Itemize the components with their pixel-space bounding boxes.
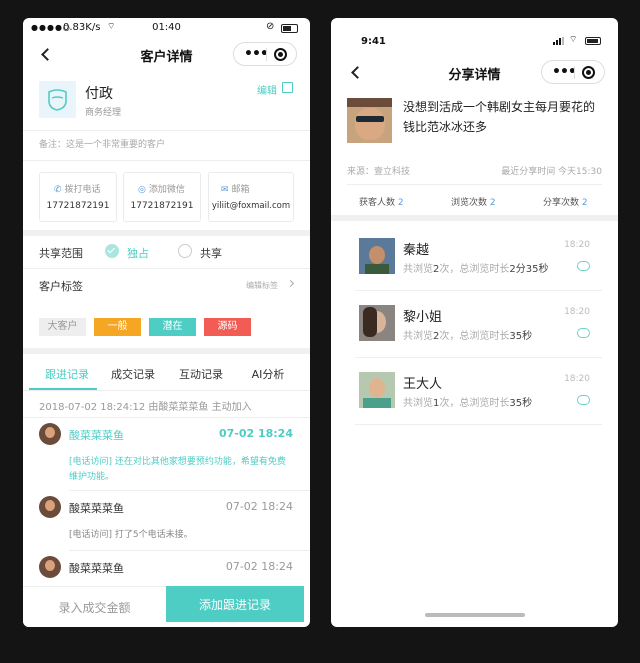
stat-views: 浏览次数 2 (451, 198, 496, 208)
avatar[interactable] (359, 372, 395, 408)
record-note: [电话访问] 打了5个电话未接。 (69, 530, 193, 540)
record-note: [电话访问] 还在对比其他家想要预约功能，希望有免费维护功能。 (69, 457, 286, 482)
wifi-icon: ⌔ (569, 35, 578, 45)
chat-icon[interactable] (577, 328, 590, 338)
visitor-name[interactable]: 黎小姐 (403, 306, 442, 325)
visitor-stats: 共浏览2次，总浏览时长35秒 (403, 331, 533, 342)
signal-icon (553, 37, 567, 45)
stat-shares: 分享次数 2 (543, 198, 588, 208)
mini-program-capsule: ••• (541, 60, 605, 84)
status-bar: 9:41 ⌔ (331, 32, 618, 54)
tag-normal[interactable]: 一般 (94, 318, 141, 336)
visitor-name[interactable]: 王大人 (403, 373, 442, 392)
edit-tags-button[interactable]: 编辑标签 (246, 280, 278, 291)
record-time: 07-02 18:24 (225, 500, 293, 513)
article-source: 来源：壹立科技 (347, 167, 411, 177)
record-deal-button[interactable]: 录入成交金额 (23, 586, 166, 627)
visitor-stats: 共浏览1次，总浏览时长35秒 (403, 398, 533, 409)
article-thumbnail[interactable] (347, 98, 392, 143)
tab-ai-analysis[interactable]: AI分析 (238, 366, 298, 382)
phone-icon: ✆ (54, 185, 62, 195)
edit-icon[interactable] (282, 82, 293, 93)
avatar[interactable] (359, 305, 395, 341)
tab-interactions[interactable]: 互动记录 (171, 366, 231, 382)
record-author: 酸菜菜菜鱼 (69, 562, 124, 575)
wechat-icon: ◎ (138, 185, 146, 195)
chevron-right-icon (286, 279, 295, 288)
nav-bar: 客户详情 ••• (23, 40, 310, 70)
avatar (39, 556, 61, 578)
call-card[interactable]: ✆ 拨打电话 17721872191 (39, 172, 117, 222)
home-indicator[interactable] (425, 613, 525, 617)
radio-shared[interactable] (178, 244, 192, 258)
phone-number: 17721872191 (46, 201, 110, 211)
more-icon[interactable]: ••• (244, 46, 269, 62)
nav-bar: 分享详情 ••• (331, 58, 618, 88)
visit-time: 18:20 (564, 374, 590, 384)
share-scope-label: 共享范围 (39, 247, 83, 260)
chat-icon[interactable] (577, 395, 590, 405)
record-author: 酸菜菜菜鱼 (69, 429, 124, 442)
add-followup-button[interactable]: 添加跟进记录 (166, 586, 304, 622)
wechat-id: 17721872191 (130, 201, 194, 211)
status-bar: ●●●●○ 0.83K/s ⌔ 01:40 ⊘ (23, 18, 310, 40)
stat-visitors: 获客人数 2 (359, 198, 404, 208)
tab-deals[interactable]: 成交记录 (103, 366, 163, 382)
radio-exclusive[interactable] (105, 244, 119, 258)
edit-button[interactable]: 编辑 (257, 82, 277, 97)
option-shared[interactable]: 共享 (200, 245, 222, 261)
mini-program-capsule: ••• (233, 42, 297, 66)
article-title[interactable]: 没想到活成一个韩剧女主每月要花的钱比范冰冰还多 (403, 97, 603, 137)
email-card[interactable]: ✉ 邮箱 yiliit@foxmail.com (208, 172, 294, 222)
email-address: yiliit@foxmail.com (211, 201, 291, 211)
mail-icon: ✉ (221, 185, 229, 195)
visit-time: 18:20 (564, 240, 590, 250)
record-author: 酸菜菜菜鱼 (69, 502, 124, 515)
share-detail-screen: 9:41 ⌔ 分享详情 ••• 没想到活成一个韩剧女主每月要花的钱比范冰冰还多 … (331, 18, 618, 627)
avatar (39, 496, 61, 518)
status-time: 9:41 (361, 36, 386, 47)
visitor-stats: 共浏览2次，总浏览时长2分35秒 (403, 264, 549, 275)
avatar[interactable] (359, 238, 395, 274)
customer-tags-label: 客户标签 (39, 280, 83, 293)
battery-icon (281, 24, 298, 33)
wechat-card[interactable]: ◎ 添加微信 17721872191 (123, 172, 201, 222)
visit-time: 18:20 (564, 307, 590, 317)
battery-icon (585, 37, 601, 45)
tag-source[interactable]: 源码 (204, 318, 251, 336)
record-time: 07-02 18:24 (218, 427, 293, 440)
avatar (39, 423, 61, 445)
chat-icon[interactable] (577, 261, 590, 271)
mute-icon: ⊘ (266, 21, 275, 32)
tab-followup[interactable]: 跟进记录 (37, 366, 97, 382)
option-exclusive[interactable]: 独占 (127, 245, 149, 261)
tag-big-customer[interactable]: 大客户 (39, 318, 86, 336)
shield-icon (48, 89, 67, 111)
customer-role: 商务经理 (85, 108, 122, 118)
tag-potential[interactable]: 潜在 (149, 318, 196, 336)
record-time: 07-02 18:24 (225, 560, 293, 573)
log-header: 2018-07-02 18:24:12 由酸菜菜菜鱼 主动加入 (39, 402, 252, 413)
customer-avatar (39, 81, 76, 118)
more-icon[interactable]: ••• (552, 64, 577, 80)
remark-text: 备注：这是一个非常重要的客户 (39, 140, 166, 150)
customer-name: 付政 (85, 86, 113, 102)
close-program-icon[interactable] (274, 48, 287, 61)
customer-detail-screen: ●●●●○ 0.83K/s ⌔ 01:40 ⊘ 客户详情 ••• 付政 商务经理… (23, 18, 310, 627)
close-program-icon[interactable] (582, 66, 595, 79)
visitor-name[interactable]: 秦越 (403, 239, 429, 258)
last-share-time: 最近分享时间 今天15:30 (501, 167, 602, 177)
